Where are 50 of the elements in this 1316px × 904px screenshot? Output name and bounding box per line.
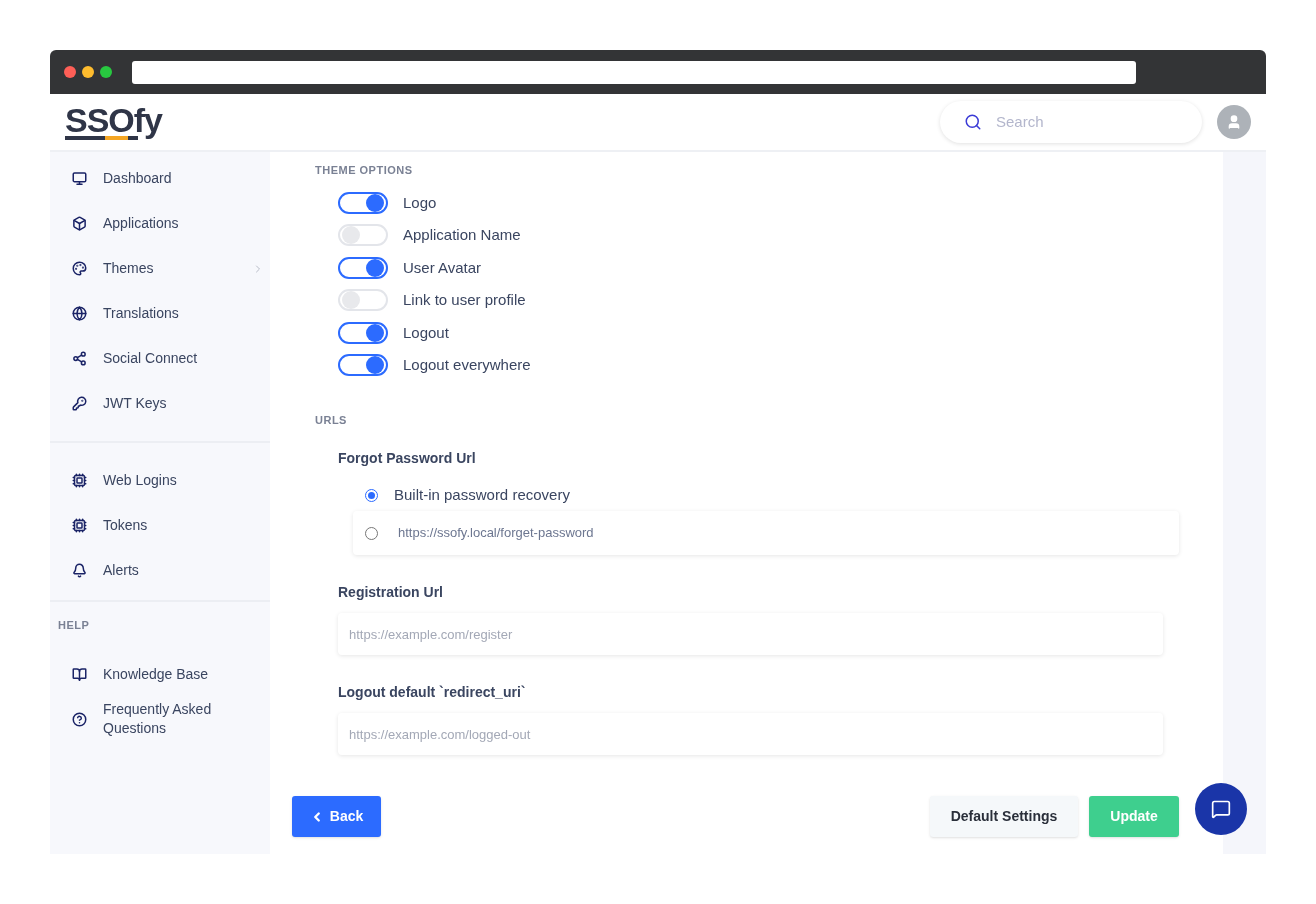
url-input[interactable]: https://example.com/register xyxy=(338,613,1163,655)
toggle-switch[interactable] xyxy=(338,191,388,214)
sidebar-item[interactable]: Tokens xyxy=(50,503,270,548)
radio-label: Built-in password recovery xyxy=(394,484,570,505)
key-icon xyxy=(72,396,87,411)
chip-icon xyxy=(72,518,87,533)
search-bar[interactable]: Search xyxy=(940,101,1202,143)
toggle-label: Link to user profile xyxy=(403,290,526,310)
url-option-field[interactable]: https://ssofy.local/forget-password xyxy=(353,511,1179,555)
field-label: Forgot Password Url xyxy=(338,449,477,468)
toggle-label: User Avatar xyxy=(403,257,482,278)
monitor-icon xyxy=(72,171,87,186)
field-label: Registration Url xyxy=(338,583,444,602)
back-button[interactable]: Back xyxy=(292,796,381,837)
section-heading: URLS xyxy=(315,412,348,428)
sidebar-item[interactable]: Themes xyxy=(50,246,270,291)
globe-icon xyxy=(72,306,87,321)
chip-icon xyxy=(72,473,87,488)
section-heading: HELP xyxy=(57,618,91,633)
address-bar[interactable] xyxy=(132,60,1136,84)
sidebar-item[interactable]: Knowledge Base xyxy=(50,651,270,697)
logo: SSOfy xyxy=(65,104,163,140)
sidebar-item[interactable]: Alerts xyxy=(50,548,270,593)
toggle-switch[interactable] xyxy=(338,321,388,344)
section-heading: THEME OPTIONS xyxy=(315,163,414,178)
field-label: Logout default `redirect_uri` xyxy=(338,683,527,702)
search-icon xyxy=(964,113,982,131)
share-icon xyxy=(72,351,87,366)
sidebar-item[interactable]: JWT Keys xyxy=(50,381,270,426)
toggle-label: Logout everywhere xyxy=(403,355,531,375)
help-icon xyxy=(72,711,87,727)
sidebar-item[interactable]: Translations xyxy=(50,291,270,336)
sidebar-item[interactable]: Web Logins xyxy=(50,458,270,503)
cube-icon xyxy=(72,216,87,231)
sidebar-item[interactable]: Applications xyxy=(50,201,270,246)
default-settings-button[interactable]: Default Settings xyxy=(930,796,1078,837)
toggle-switch[interactable] xyxy=(338,354,388,377)
toggle-label: Application Name xyxy=(403,225,521,245)
url-input[interactable]: https://example.com/logged-out xyxy=(338,713,1163,755)
chat-icon xyxy=(1211,799,1231,819)
toggle-label: Logo xyxy=(403,192,437,213)
book-icon xyxy=(72,666,87,682)
search-input[interactable]: Search xyxy=(996,110,1166,134)
sidebar-item[interactable]: Frequently Asked Questions xyxy=(50,696,270,742)
toggle-label: Logout xyxy=(403,322,449,343)
bell-icon xyxy=(72,563,87,578)
sidebar-item[interactable]: Social Connect xyxy=(50,336,270,381)
sidebar-item[interactable]: Dashboard xyxy=(50,156,270,201)
palette-icon xyxy=(72,261,87,276)
toggle-switch[interactable] xyxy=(338,256,388,279)
